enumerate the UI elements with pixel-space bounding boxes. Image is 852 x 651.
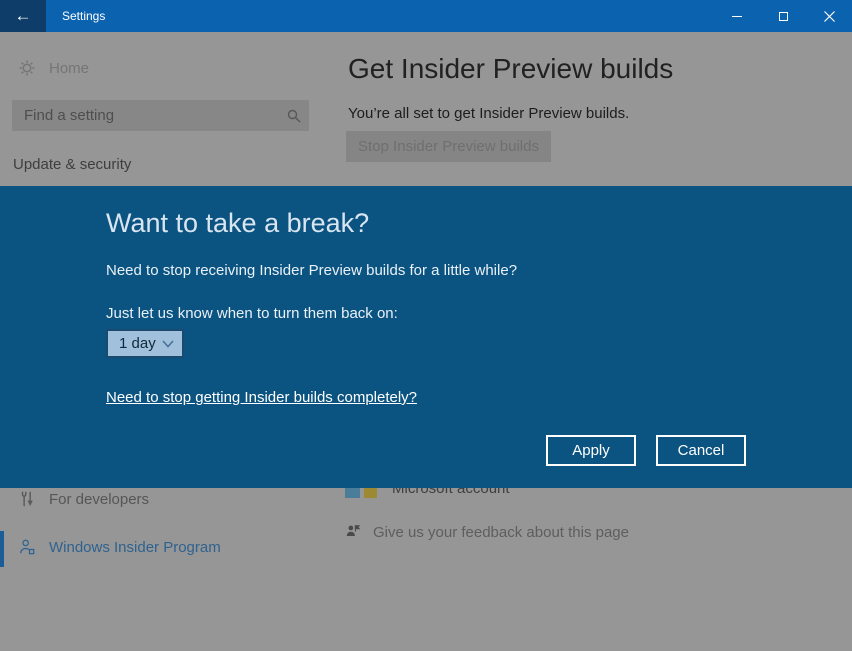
take-a-break-dialog: Want to take a break? Need to stop recei… xyxy=(0,186,852,488)
window-title: Settings xyxy=(62,9,105,23)
chevron-down-icon xyxy=(162,340,174,348)
window-controls xyxy=(714,0,852,32)
maximize-icon xyxy=(779,12,788,21)
apply-button[interactable]: Apply xyxy=(546,435,636,466)
duration-dropdown[interactable]: 1 day xyxy=(106,329,184,358)
person-badge-icon xyxy=(18,538,36,556)
sidebar-item-windows-insider-program[interactable]: Windows Insider Program xyxy=(18,538,221,556)
minimize-button[interactable] xyxy=(714,0,760,32)
insider-status-text: You’re all set to get Insider Preview bu… xyxy=(348,105,629,122)
cancel-button[interactable]: Cancel xyxy=(656,435,746,466)
settings-window: ← Settings Home xyxy=(0,0,852,651)
search-icon xyxy=(287,109,301,123)
feedback-link-label: Give us your feedback about this page xyxy=(373,524,629,541)
maximize-button[interactable] xyxy=(760,0,806,32)
active-item-accent-bar xyxy=(0,531,4,567)
sidebar-item-for-developers[interactable]: For developers xyxy=(18,490,149,508)
sidebar-home-label: Home xyxy=(49,60,89,77)
back-button[interactable]: ← xyxy=(0,0,46,32)
sidebar-category-title: Update & security xyxy=(13,156,131,173)
duration-dropdown-value: 1 day xyxy=(119,335,156,352)
page-title: Get Insider Preview builds xyxy=(348,53,673,85)
search-input[interactable] xyxy=(12,100,279,131)
gear-icon xyxy=(18,59,36,77)
sidebar-item-label: Windows Insider Program xyxy=(49,539,221,556)
dialog-question-text: Need to stop receiving Insider Preview b… xyxy=(106,262,517,279)
close-button[interactable] xyxy=(806,0,852,32)
feedback-person-icon xyxy=(345,523,363,541)
sidebar-item-home[interactable]: Home xyxy=(18,59,89,77)
search-button[interactable] xyxy=(279,109,309,123)
developer-tools-icon xyxy=(18,490,36,508)
feedback-link[interactable]: Give us your feedback about this page xyxy=(345,523,629,541)
close-icon xyxy=(824,11,835,22)
minimize-icon xyxy=(732,16,742,17)
sidebar-item-label: For developers xyxy=(49,491,149,508)
back-arrow-icon: ← xyxy=(15,0,32,32)
stop-insider-builds-button[interactable]: Stop Insider Preview builds xyxy=(346,131,551,162)
dialog-title: Want to take a break? xyxy=(106,208,369,239)
titlebar: ← Settings xyxy=(0,0,852,32)
stop-completely-link[interactable]: Need to stop getting Insider builds comp… xyxy=(106,389,417,406)
search-box xyxy=(12,100,309,131)
duration-prompt-label: Just let us know when to turn them back … xyxy=(106,305,398,322)
